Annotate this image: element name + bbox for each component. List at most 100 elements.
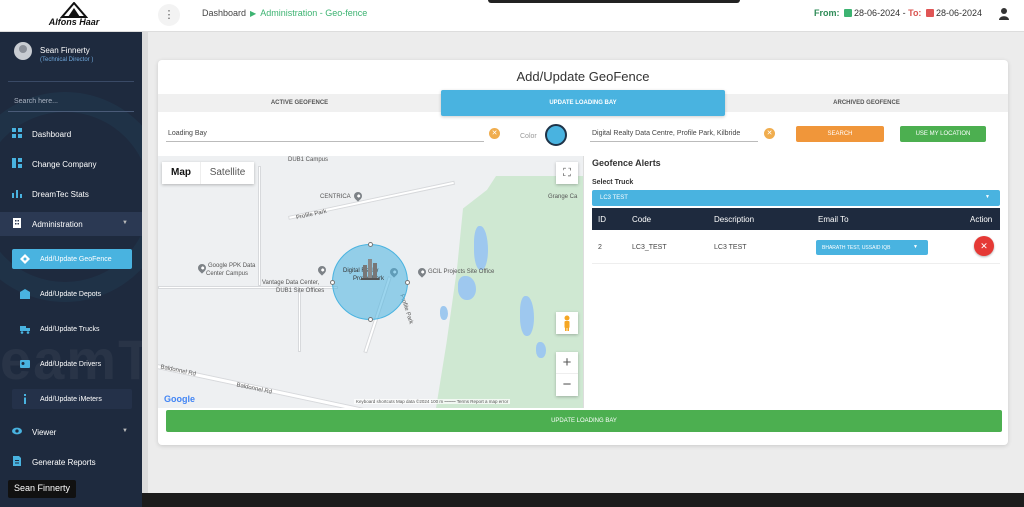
pegman-icon bbox=[564, 315, 570, 331]
cell-code: LC3_TEST bbox=[632, 244, 667, 251]
map-label: GCIL Projects Site Office bbox=[428, 269, 495, 275]
zoom-in-button[interactable]: + bbox=[556, 352, 578, 374]
map-label: CENTRICA bbox=[320, 194, 351, 200]
sidebar-item-label: DreamTec Stats bbox=[32, 190, 89, 199]
geofence-name-field[interactable]: Loading Bay bbox=[166, 126, 484, 142]
tab-update-loading-bay[interactable]: UPDATE LOADING BAY bbox=[441, 90, 725, 116]
breadcrumb-administration[interactable]: Administration bbox=[260, 8, 317, 18]
map-lake bbox=[440, 306, 448, 320]
info-icon bbox=[24, 394, 26, 404]
zoom-out-button[interactable]: − bbox=[556, 374, 578, 396]
sidebar-subitem-geofence[interactable]: Add/Update GeoFence bbox=[12, 249, 132, 269]
map-attribution[interactable]: Keyboard shortcuts Map data ©2024 100 m … bbox=[354, 399, 511, 404]
sidebar-item-dreamtec-stats[interactable]: DreamTec Stats bbox=[0, 182, 142, 206]
column-header: Code bbox=[632, 215, 652, 224]
sidebar-item-label: Generate Reports bbox=[32, 458, 96, 467]
address-search-input[interactable]: Digital Realty Data Centre, Profile Park… bbox=[590, 126, 758, 142]
chevron-down-icon: ▼ bbox=[122, 220, 128, 226]
company-logo[interactable]: Alfons Haar bbox=[44, 2, 104, 30]
grid-icon bbox=[12, 158, 22, 168]
search-button[interactable]: SEARCH bbox=[796, 126, 884, 142]
top-bar: Alfons Haar ⋮ Dashboard ▶ Administration -… bbox=[0, 0, 1024, 32]
geofence-handle[interactable] bbox=[368, 242, 373, 247]
truck-select-value: LC3 TEST bbox=[600, 195, 628, 201]
logo-text: Alfons Haar bbox=[48, 17, 100, 27]
sidebar-divider bbox=[8, 81, 134, 82]
email-to-value: BHARATH TEST, USSAID IQB bbox=[822, 245, 891, 251]
sidebar-subitem-label: Add/Update GeoFence bbox=[40, 256, 112, 263]
clear-icon[interactable]: ✕ bbox=[764, 128, 775, 139]
date-from-label: From: bbox=[814, 8, 840, 18]
sidebar-item-change-company[interactable]: Change Company bbox=[0, 152, 142, 176]
eye-icon bbox=[12, 427, 22, 435]
calendar-icon bbox=[844, 9, 853, 17]
color-picker[interactable] bbox=[545, 124, 567, 146]
clear-icon[interactable]: ✕ bbox=[489, 128, 500, 139]
sidebar-subitem-imeters[interactable]: Add/Update iMeters bbox=[12, 389, 132, 409]
sidebar: eamT Sean Finnerty (Technical Director )… bbox=[0, 32, 142, 507]
sidebar-subitem-depots[interactable]: Add/Update Depots bbox=[12, 284, 132, 304]
map-view[interactable]: DUB1 Campus CENTRICA Grange Ca Profile P… bbox=[158, 156, 584, 408]
sidebar-item-dashboard[interactable]: Dashboard bbox=[0, 122, 142, 146]
map-pin-icon bbox=[316, 264, 328, 276]
table-row: 2 LC3_TEST LC3 TEST BHARATH TEST, USSAID… bbox=[592, 232, 1000, 264]
date-range[interactable]: From: 28-06-2024 - To: 28-06-2024 bbox=[814, 8, 982, 18]
sidebar-item-label: Change Company bbox=[32, 160, 97, 169]
bottom-bar bbox=[142, 493, 1024, 507]
geofence-handle[interactable] bbox=[405, 280, 410, 285]
geofence-card: Add/Update GeoFence ACTIVE GEOFENCE UPDA… bbox=[158, 60, 1008, 445]
tab-archived-geofence[interactable]: ARCHIVED GEOFENCE bbox=[725, 94, 1008, 112]
delete-alert-button[interactable]: ✕ bbox=[974, 236, 994, 256]
map-type-satellite-button[interactable]: Satellite bbox=[200, 162, 254, 184]
map-label: Center Campus bbox=[206, 271, 249, 277]
use-my-location-button[interactable]: USE MY LOCATION bbox=[900, 126, 986, 142]
map-road bbox=[258, 166, 261, 286]
geofence-handle[interactable] bbox=[368, 317, 373, 322]
chevron-right-icon: ▶ bbox=[250, 9, 257, 18]
sidebar-item-administration[interactable]: Administration ▼ bbox=[0, 212, 142, 236]
page-title: Add/Update GeoFence bbox=[516, 69, 650, 84]
column-header: Description bbox=[714, 215, 755, 224]
calendar-icon bbox=[925, 9, 934, 17]
geofence-alerts-title: Geofence Alerts bbox=[592, 158, 661, 168]
map-lake bbox=[474, 226, 488, 270]
report-icon bbox=[13, 456, 21, 466]
sidebar-item-generate-reports[interactable]: Generate Reports bbox=[0, 450, 142, 474]
map-zoom-control: + − bbox=[556, 352, 578, 396]
close-icon: ✕ bbox=[980, 241, 988, 251]
user-icon[interactable] bbox=[998, 7, 1010, 21]
map-type-map-button[interactable]: Map bbox=[162, 162, 200, 184]
dashboard-icon bbox=[12, 128, 22, 138]
geofence-circle[interactable]: Digital Realty Profile Park bbox=[330, 242, 410, 322]
column-header: Email To bbox=[818, 215, 849, 224]
sidebar-item-viewer[interactable]: Viewer ▼ bbox=[0, 420, 142, 444]
sidebar-search-input[interactable]: Search here... bbox=[8, 94, 134, 112]
user-tooltip: Sean Finnerty bbox=[8, 480, 77, 498]
update-loading-bay-button[interactable]: UPDATE LOADING BAY bbox=[166, 410, 1002, 432]
sidebar-item-label: Viewer bbox=[32, 428, 57, 437]
map-road bbox=[298, 292, 301, 352]
date-to-value: 28-06-2024 bbox=[935, 8, 982, 18]
google-logo[interactable]: Google bbox=[164, 394, 195, 404]
sidebar-subitem-drivers[interactable]: Add/Update Drivers bbox=[12, 354, 132, 374]
geofence-handle[interactable] bbox=[330, 280, 335, 285]
truck-select[interactable]: LC3 TEST ▼ bbox=[592, 190, 1000, 206]
more-vertical-icon[interactable]: ⋮ bbox=[158, 4, 180, 26]
map-type-toggle: Map Satellite bbox=[162, 162, 254, 184]
email-to-select[interactable]: BHARATH TEST, USSAID IQB ▼ bbox=[816, 240, 928, 255]
map-label: DUB1 Campus bbox=[288, 157, 329, 163]
fullscreen-icon[interactable]: ⛶ bbox=[556, 162, 578, 184]
bar-chart-icon bbox=[12, 190, 22, 198]
breadcrumb-dashboard[interactable]: Dashboard bbox=[202, 8, 246, 18]
column-header: ID bbox=[598, 215, 606, 224]
map-label: Vantage Data Center, bbox=[262, 280, 320, 286]
map-label: Google PPK Data bbox=[208, 263, 256, 269]
building-icon bbox=[13, 218, 21, 228]
tab-active-geofence[interactable]: ACTIVE GEOFENCE bbox=[158, 94, 441, 112]
sidebar-subitem-trucks[interactable]: Add/Update Trucks bbox=[12, 319, 132, 339]
map-label: Profile Park bbox=[295, 208, 328, 222]
chevron-down-icon: ▼ bbox=[913, 244, 918, 250]
user-name: Sean Finnerty bbox=[40, 46, 90, 55]
street-view-pegman-icon[interactable] bbox=[556, 312, 578, 334]
sidebar-scrollbar[interactable] bbox=[142, 32, 148, 507]
